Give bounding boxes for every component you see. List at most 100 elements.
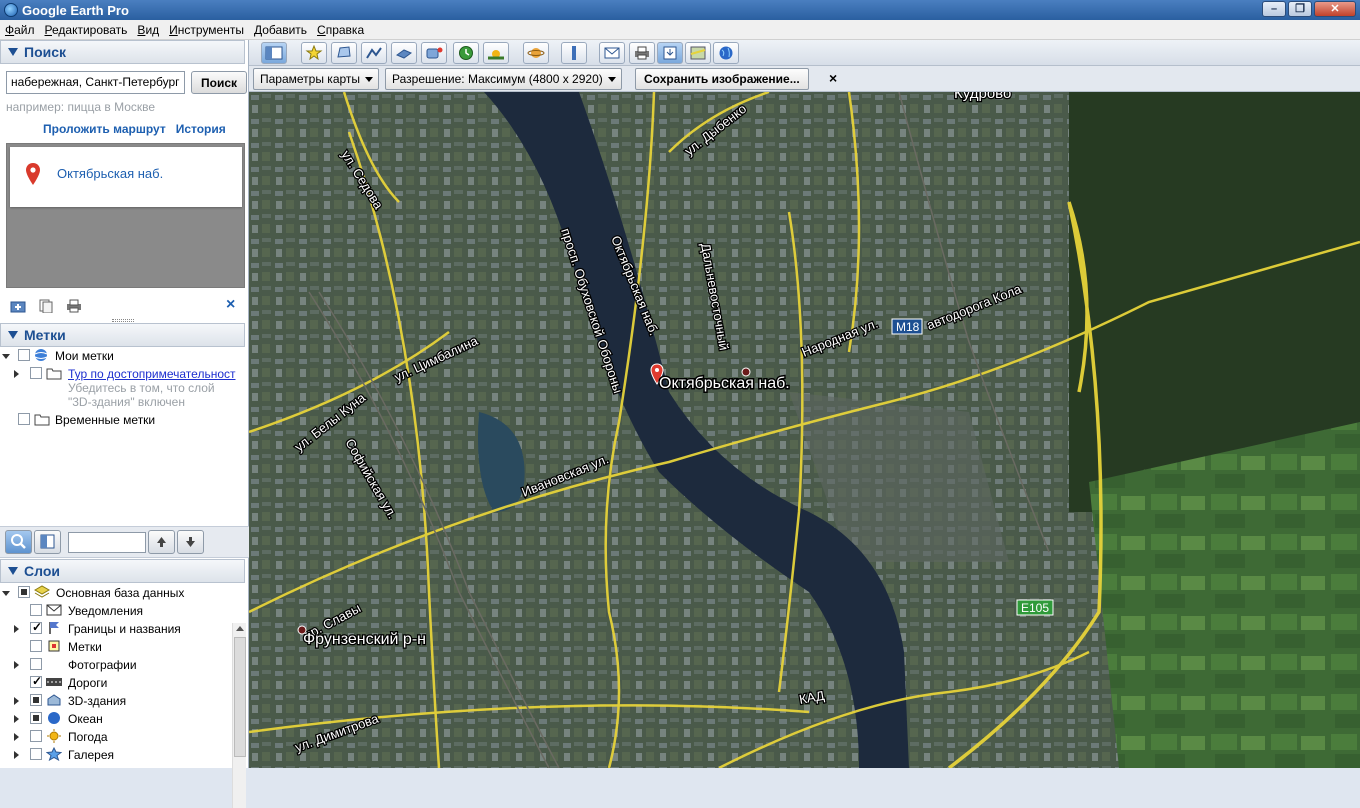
- view-in-maps-button[interactable]: [685, 42, 711, 64]
- add-polygon-button[interactable]: [331, 42, 357, 64]
- add-placemark-button[interactable]: [301, 42, 327, 64]
- save-image-icon: [663, 46, 677, 60]
- menu-view[interactable]: Вид: [132, 23, 164, 37]
- search-hint: например: пицца в Москве: [6, 100, 156, 114]
- expand-icon[interactable]: [14, 733, 19, 741]
- tour-link[interactable]: Тур по достопримечательност: [68, 367, 236, 381]
- move-up-button[interactable]: [148, 530, 175, 554]
- poi-dot[interactable]: [741, 367, 751, 377]
- search-links: Проложить маршрут История: [43, 122, 226, 136]
- search-results: Октябрьская наб.: [6, 143, 245, 288]
- switch-planet-button[interactable]: [523, 42, 549, 64]
- menu-help[interactable]: Справка: [312, 23, 369, 37]
- minimize-button[interactable]: –: [1262, 1, 1286, 17]
- search-result-label[interactable]: Октябрьская наб.: [57, 166, 163, 181]
- poi-dot[interactable]: [297, 625, 307, 635]
- add-path-button[interactable]: [361, 42, 387, 64]
- view-panel-button[interactable]: [34, 530, 61, 554]
- temporary-places-label: Временные метки: [55, 413, 156, 427]
- menu-file[interactable]: Файл: [0, 23, 40, 37]
- expand-icon[interactable]: [14, 751, 19, 759]
- image-overlay-icon: [395, 49, 413, 59]
- checkbox[interactable]: [30, 640, 42, 652]
- checkbox[interactable]: [30, 367, 42, 379]
- window-title: Google Earth Pro: [22, 2, 129, 18]
- earth-gallery-button[interactable]: [713, 42, 739, 64]
- historical-imagery-button[interactable]: [453, 42, 479, 64]
- layer-filter-input[interactable]: [68, 532, 146, 553]
- layers-header[interactable]: Слои: [0, 559, 245, 583]
- get-directions-link[interactable]: Проложить маршрут: [43, 122, 166, 136]
- checkbox[interactable]: [30, 694, 42, 706]
- checkbox[interactable]: [30, 604, 42, 616]
- fields-area: [1089, 422, 1360, 768]
- save-image-toolbar-button[interactable]: [657, 42, 683, 64]
- globe-icon: [34, 349, 48, 361]
- search-layers-button[interactable]: [5, 530, 32, 554]
- layer-label: Дороги: [68, 676, 108, 690]
- add-to-places-icon[interactable]: [10, 299, 26, 313]
- print-button[interactable]: [629, 42, 655, 64]
- resolution-dropdown[interactable]: Разрешение: Максимум (4800 x 2920): [385, 68, 622, 90]
- checkbox[interactable]: [30, 620, 42, 634]
- expand-icon[interactable]: [14, 625, 19, 633]
- places-header[interactable]: Метки: [0, 323, 245, 347]
- buildings-3d-icon: [47, 694, 61, 706]
- sunlight-button[interactable]: [483, 42, 509, 64]
- my-places-label: Мои метки: [55, 349, 114, 363]
- sun-icon: [488, 50, 504, 60]
- checkbox[interactable]: [30, 658, 42, 670]
- ruler-button[interactable]: [561, 42, 587, 64]
- scroll-thumb[interactable]: [234, 637, 246, 757]
- search-result-item[interactable]: Октябрьская наб.: [10, 147, 242, 207]
- checkbox[interactable]: [30, 748, 42, 760]
- map-canvas[interactable]: Кудрово ул. Дыбенко ул. Седова просп. Об…: [249, 92, 1360, 768]
- flag-icon: [49, 622, 59, 634]
- close-image-bar-button[interactable]: ×: [829, 70, 837, 86]
- maximize-button[interactable]: ❐: [1288, 1, 1312, 17]
- expand-icon[interactable]: [14, 370, 19, 378]
- layer-label: Границы и названия: [68, 622, 181, 636]
- add-overlay-button[interactable]: [391, 42, 417, 64]
- layer-label: Метки: [68, 640, 102, 654]
- clear-search-icon[interactable]: ×: [226, 296, 235, 314]
- search-header-label: Поиск: [24, 44, 67, 60]
- search-button[interactable]: Поиск: [191, 71, 248, 94]
- menu-add[interactable]: Добавить: [249, 23, 312, 37]
- collapse-icon[interactable]: [2, 591, 10, 596]
- checkbox[interactable]: [30, 712, 42, 724]
- menu-edit[interactable]: Редактировать: [40, 23, 133, 37]
- copy-icon[interactable]: [38, 299, 54, 313]
- envelope-icon: [46, 604, 62, 616]
- scroll-up-icon[interactable]: [236, 626, 244, 631]
- record-tour-icon: [426, 47, 443, 59]
- checkbox[interactable]: [30, 674, 42, 688]
- email-button[interactable]: [599, 42, 625, 64]
- history-link[interactable]: История: [176, 122, 226, 136]
- expand-icon[interactable]: [14, 697, 19, 705]
- record-tour-button[interactable]: [421, 42, 447, 64]
- save-image-button[interactable]: Сохранить изображение...: [635, 68, 809, 90]
- checkbox[interactable]: [30, 730, 42, 742]
- expand-icon[interactable]: [14, 715, 19, 723]
- route-shield-e105: E105: [1016, 599, 1054, 616]
- menu-tools[interactable]: Инструменты: [164, 23, 249, 37]
- satellite-map[interactable]: Кудрово ул. Дыбенко ул. Седова просп. Об…: [249, 92, 1360, 768]
- collapse-icon[interactable]: [2, 354, 10, 359]
- layers-scrollbar[interactable]: [232, 623, 246, 808]
- email-icon: [604, 47, 620, 59]
- expand-icon[interactable]: [14, 661, 19, 669]
- close-window-button[interactable]: ✕: [1314, 1, 1356, 17]
- search-header[interactable]: Поиск: [0, 40, 245, 64]
- map-options-dropdown[interactable]: Параметры карты: [253, 68, 380, 90]
- toggle-sidebar-button[interactable]: [261, 42, 287, 64]
- search-input[interactable]: набережная, Санкт-Петербург: [6, 71, 185, 94]
- move-down-button[interactable]: [177, 530, 204, 554]
- checkbox[interactable]: [18, 586, 30, 598]
- print-icon[interactable]: [66, 299, 82, 313]
- checkbox[interactable]: [18, 413, 30, 425]
- folder-icon: [34, 414, 50, 426]
- resize-grip[interactable]: [112, 319, 134, 322]
- checkbox[interactable]: [18, 349, 30, 361]
- pushpin-icon: [305, 45, 323, 61]
